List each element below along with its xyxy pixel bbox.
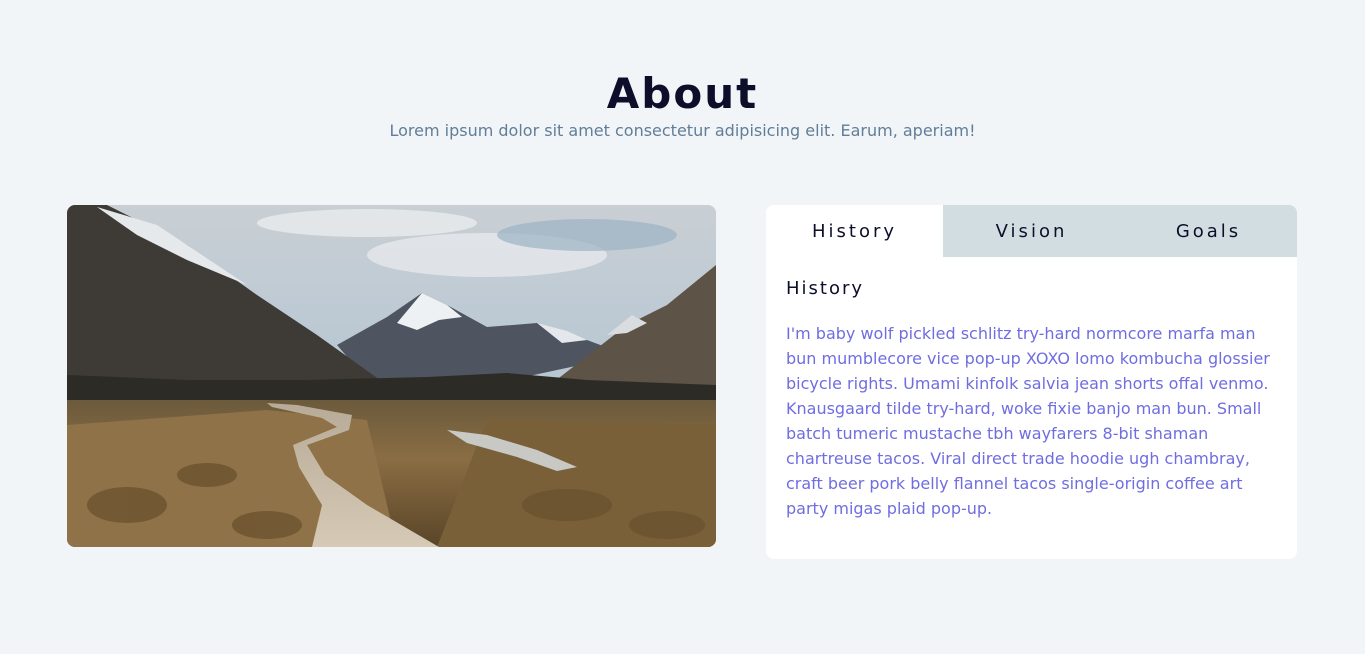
tab-goals[interactable]: Goals (1120, 205, 1297, 257)
tab-vision[interactable]: Vision (943, 205, 1120, 257)
content-text: I'm baby wolf pickled schlitz try-hard n… (786, 324, 1270, 518)
about-info-panel: History Vision Goals History I'm baby wo… (766, 205, 1297, 559)
content-title: History (786, 278, 865, 299)
tab-bar: History Vision Goals (766, 205, 1297, 257)
tab-history[interactable]: History (766, 205, 943, 257)
about-image (67, 205, 716, 547)
tab-content: History I'm baby wolf pickled schlitz tr… (766, 257, 1297, 521)
page-title: About (606, 69, 759, 118)
page-subtitle: Lorem ipsum dolor sit amet consectetur a… (389, 121, 976, 140)
